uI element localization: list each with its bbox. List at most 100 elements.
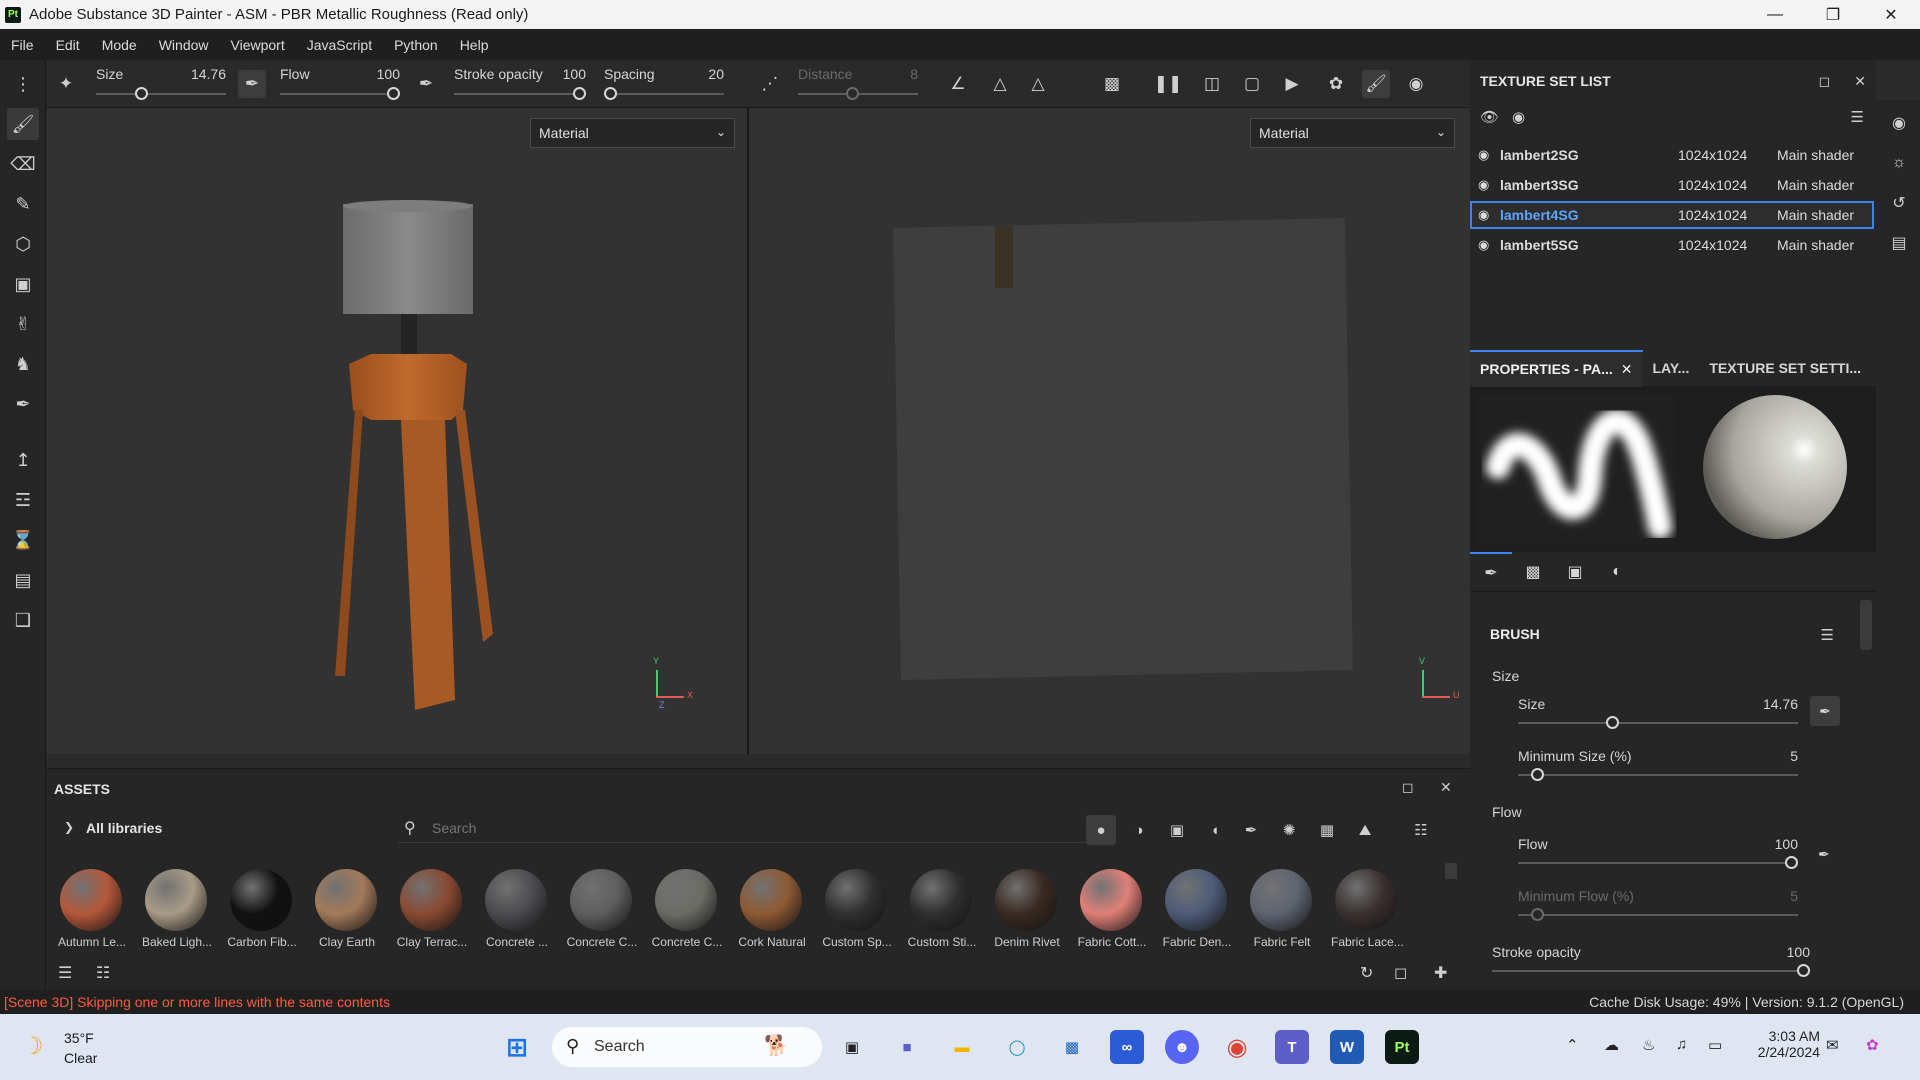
assets-search[interactable]: ⚲ (398, 813, 1098, 843)
texture-set-shader[interactable]: Main shader (1777, 177, 1854, 193)
texture-set-shader[interactable]: Main shader (1777, 147, 1854, 163)
texture-set-row-selected[interactable]: ◉ lambert4SG 1024x1024 Main shader (1470, 201, 1874, 229)
asset-thumbnail[interactable]: Custom Sp... (821, 869, 893, 957)
taskbar-search[interactable]: ⚲ Search 🐕 (552, 1027, 822, 1067)
discord-button[interactable]: ☻ (1165, 1030, 1199, 1064)
geometry-mask-tool[interactable]: ▣ (7, 268, 39, 300)
visibility-all-icon[interactable]: 👁 (1480, 108, 1499, 126)
paint-mode-button[interactable]: 🖌 (1362, 70, 1390, 98)
eye-icon[interactable]: ◉ (1478, 177, 1489, 193)
app-button[interactable]: ∞ (1110, 1030, 1144, 1064)
new-window-icon[interactable]: ◻ (1394, 963, 1407, 983)
task-view-button[interactable]: ▣ (835, 1030, 869, 1064)
shader-settings-icon[interactable]: ☼ (1888, 152, 1910, 174)
clock[interactable]: 3:03 AM 2/24/2024 (1748, 1028, 1820, 1060)
teams-button[interactable]: T (1275, 1030, 1309, 1064)
filter-environments[interactable]: ⛰ (1350, 815, 1380, 845)
minimize-button[interactable]: — (1746, 0, 1804, 29)
subtab-brush[interactable]: ✒ (1470, 552, 1512, 592)
tool-menu-icon[interactable]: ⋮ (7, 68, 39, 100)
projection-tool[interactable]: ✎ (7, 188, 39, 220)
chevron-right-icon[interactable]: ❯ (64, 820, 74, 834)
panel-menu-icon[interactable]: ☰ (1851, 108, 1864, 126)
asset-thumbnail[interactable]: Baked Ligh... (141, 869, 213, 957)
filter-brushes[interactable]: ✒ (1236, 815, 1266, 845)
slider-knob[interactable] (1531, 768, 1545, 781)
grid-view-toggle[interactable]: ☷ (1406, 815, 1436, 845)
size-slider[interactable]: Size 14.76 (1518, 696, 1798, 732)
iray-button[interactable]: ✿ (1322, 70, 1350, 98)
menu-javascript[interactable]: JavaScript (296, 37, 383, 53)
hide-occluded-button[interactable]: ▩ (1098, 70, 1126, 98)
store-button[interactable]: ▩ (1055, 1030, 1089, 1064)
flow-slider[interactable]: Flow 100 (1518, 836, 1798, 872)
filter-procedurals[interactable]: ◖ (1200, 815, 1230, 845)
close-button[interactable]: ✕ (1862, 0, 1920, 29)
filter-masks[interactable]: ▣ (1162, 815, 1192, 845)
library-selector[interactable]: All libraries (86, 820, 162, 836)
minimum-size-slider[interactable]: Minimum Size (%) 5 (1518, 748, 1798, 784)
asset-thumbnail[interactable]: Custom Sti... (906, 869, 978, 957)
history-icon[interactable]: ↺ (1888, 192, 1910, 214)
texture-set-shader[interactable]: Main shader (1777, 207, 1854, 223)
asset-thumbnail[interactable]: Concrete C... (651, 869, 723, 957)
size-value[interactable]: 14.76 (1763, 696, 1798, 712)
slider-knob[interactable] (134, 87, 148, 100)
copilot-icon[interactable]: ✿ (1866, 1036, 1879, 1054)
asset-thumbnail[interactable]: Cork Natural (736, 869, 808, 957)
asset-thumbnail[interactable]: Autumn Le... (56, 869, 128, 957)
add-icon[interactable]: ✚ (1434, 963, 1447, 983)
toolbar-stroke-opacity-slider[interactable]: Stroke opacity 100 (454, 64, 586, 104)
size-pressure-button[interactable]: ✒ (238, 70, 266, 98)
toolbar-spacing-slider[interactable]: Spacing 20 (604, 64, 724, 104)
asset-thumbnail[interactable]: Clay Terrac... (396, 869, 468, 957)
asset-thumbnail[interactable]: Fabric Cott... (1076, 869, 1148, 957)
volume-icon[interactable]: ♫ (1676, 1036, 1687, 1053)
smudge-tool[interactable]: ✌ (7, 308, 39, 340)
viewport-2d[interactable]: Material ⌄ V U (749, 108, 1470, 754)
bake-tool[interactable]: ☲ (7, 484, 39, 516)
menu-window[interactable]: Window (148, 37, 220, 53)
minimum-size-value[interactable]: 5 (1790, 748, 1798, 764)
color-picker-tool[interactable]: ✒ (7, 388, 39, 420)
eraser-tool[interactable]: ⌫ (7, 148, 39, 180)
sort-icon[interactable]: ☰ (58, 963, 72, 983)
toolbar-size-slider[interactable]: Size 14.76 (96, 64, 226, 104)
edge-button[interactable]: ◯ (1000, 1030, 1034, 1064)
library-tool[interactable]: ▤ (7, 564, 39, 596)
assets-search-input[interactable] (432, 817, 1032, 839)
refresh-icon[interactable]: ↻ (1360, 963, 1373, 983)
toolbar-flow-slider[interactable]: Flow 100 (280, 64, 400, 104)
slider-knob[interactable] (1797, 964, 1810, 977)
filter-smart-materials[interactable]: ◑ (1124, 815, 1154, 845)
symmetry-button[interactable]: △ (986, 70, 1014, 98)
chrome-button[interactable]: ◉ (1220, 1030, 1254, 1064)
asset-thumbnail[interactable]: Fabric Lace... (1331, 869, 1403, 957)
menu-mode[interactable]: Mode (91, 37, 148, 53)
eye-icon[interactable]: ◉ (1478, 237, 1489, 253)
tab-texture-set-settings[interactable]: TEXTURE SET SETTI... (1699, 350, 1871, 387)
asset-thumbnail[interactable]: Denim Rivet (991, 869, 1063, 957)
menu-file[interactable]: File (0, 37, 45, 53)
maximize-icon[interactable]: ◻ (1402, 779, 1414, 796)
texture-set-shader[interactable]: Main shader (1777, 237, 1854, 253)
menu-help[interactable]: Help (449, 37, 500, 53)
restore-button[interactable]: ❐ (1804, 0, 1862, 29)
display-settings-icon[interactable]: ◉ (1888, 112, 1910, 134)
close-icon[interactable]: ✕ (1854, 73, 1866, 90)
lazy-mouse-button[interactable]: ⋰ (756, 70, 784, 98)
word-button[interactable]: W (1330, 1030, 1364, 1064)
asset-thumbnail[interactable]: Clay Earth (311, 869, 383, 957)
menu-python[interactable]: Python (383, 37, 449, 53)
tab-properties[interactable]: PROPERTIES - PA... ✕ (1470, 349, 1643, 387)
asset-thumbnail[interactable]: Fabric Den... (1161, 869, 1233, 957)
paint-brush-tool[interactable]: 🖌 (7, 108, 39, 140)
filter-list-icon[interactable]: ☷ (96, 963, 110, 983)
slider-knob[interactable] (1785, 856, 1798, 869)
close-icon[interactable]: ✕ (1621, 361, 1633, 378)
texture-set-row[interactable]: ◉ lambert3SG 1024x1024 Main shader (1470, 171, 1874, 199)
filter-particles[interactable]: ✺ (1274, 815, 1304, 845)
slider-knob[interactable] (1606, 716, 1620, 729)
camera-button[interactable]: ▶ (1278, 70, 1306, 98)
asset-thumbnail[interactable]: Fabric Felt (1246, 869, 1318, 957)
